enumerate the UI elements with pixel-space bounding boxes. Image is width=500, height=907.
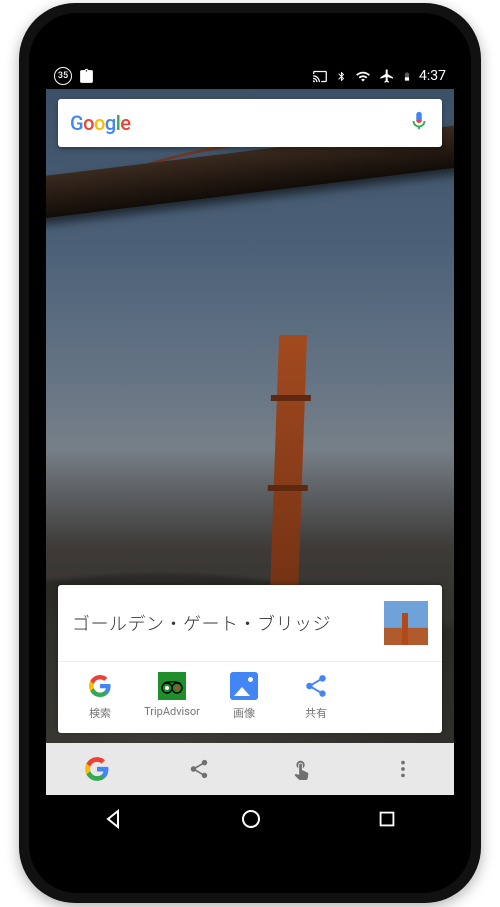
touch-icon	[290, 758, 312, 780]
wifi-icon	[354, 69, 372, 84]
nav-home-button[interactable]	[239, 807, 263, 831]
status-badge-icon: 35	[54, 67, 72, 85]
status-bar: 35 4:37	[46, 63, 454, 89]
bottom-touch-button[interactable]	[250, 743, 352, 795]
home-icon	[239, 807, 263, 831]
phone-frame: 35 4:37	[19, 3, 481, 903]
google-g-icon	[86, 672, 114, 700]
assignment-icon	[78, 68, 95, 85]
google-search-bar[interactable]: Google	[58, 99, 442, 147]
nav-recents-button[interactable]	[376, 808, 398, 830]
action-label: TripAdvisor	[144, 705, 200, 718]
now-on-tap-bar	[46, 743, 454, 795]
card-header[interactable]: ゴールデン・ゲート・ブリッジ	[58, 585, 442, 662]
status-time: 4:37	[419, 68, 446, 84]
cast-icon	[311, 69, 329, 84]
action-label: 検索	[89, 705, 111, 721]
bluetooth-icon	[336, 68, 347, 85]
battery-icon	[402, 68, 412, 85]
wallpaper: Google ゴールデン・ゲート・ブリッジ	[46, 89, 454, 743]
action-share[interactable]: 共有	[282, 672, 350, 721]
google-logo: Google	[70, 111, 131, 135]
share-icon	[302, 672, 330, 700]
action-label: 画像	[233, 705, 255, 721]
more-vert-icon	[392, 758, 414, 780]
card-title: ゴールデン・ゲート・ブリッジ	[72, 610, 384, 636]
card-actions: 検索 TripAdvisor 画像	[58, 662, 442, 733]
tripadvisor-icon	[158, 672, 186, 700]
airplane-mode-icon	[379, 68, 395, 84]
navigation-bar	[46, 795, 454, 843]
bottom-google-button[interactable]	[46, 743, 148, 795]
action-search[interactable]: 検索	[66, 672, 134, 721]
action-images[interactable]: 画像	[210, 672, 278, 721]
back-icon	[102, 807, 126, 831]
action-label: 共有	[305, 705, 327, 721]
bottom-share-button[interactable]	[148, 743, 250, 795]
screen: 35 4:37	[46, 63, 454, 843]
share-icon	[188, 758, 210, 780]
recents-icon	[376, 808, 398, 830]
google-g-icon	[84, 756, 110, 782]
action-tripadvisor[interactable]: TripAdvisor	[138, 672, 206, 721]
info-card: ゴールデン・ゲート・ブリッジ 検索	[58, 585, 442, 733]
bottom-overflow-button[interactable]	[352, 743, 454, 795]
pictures-icon	[230, 672, 258, 700]
card-thumbnail	[384, 601, 428, 645]
voice-search-icon[interactable]	[408, 110, 430, 136]
nav-back-button[interactable]	[102, 807, 126, 831]
